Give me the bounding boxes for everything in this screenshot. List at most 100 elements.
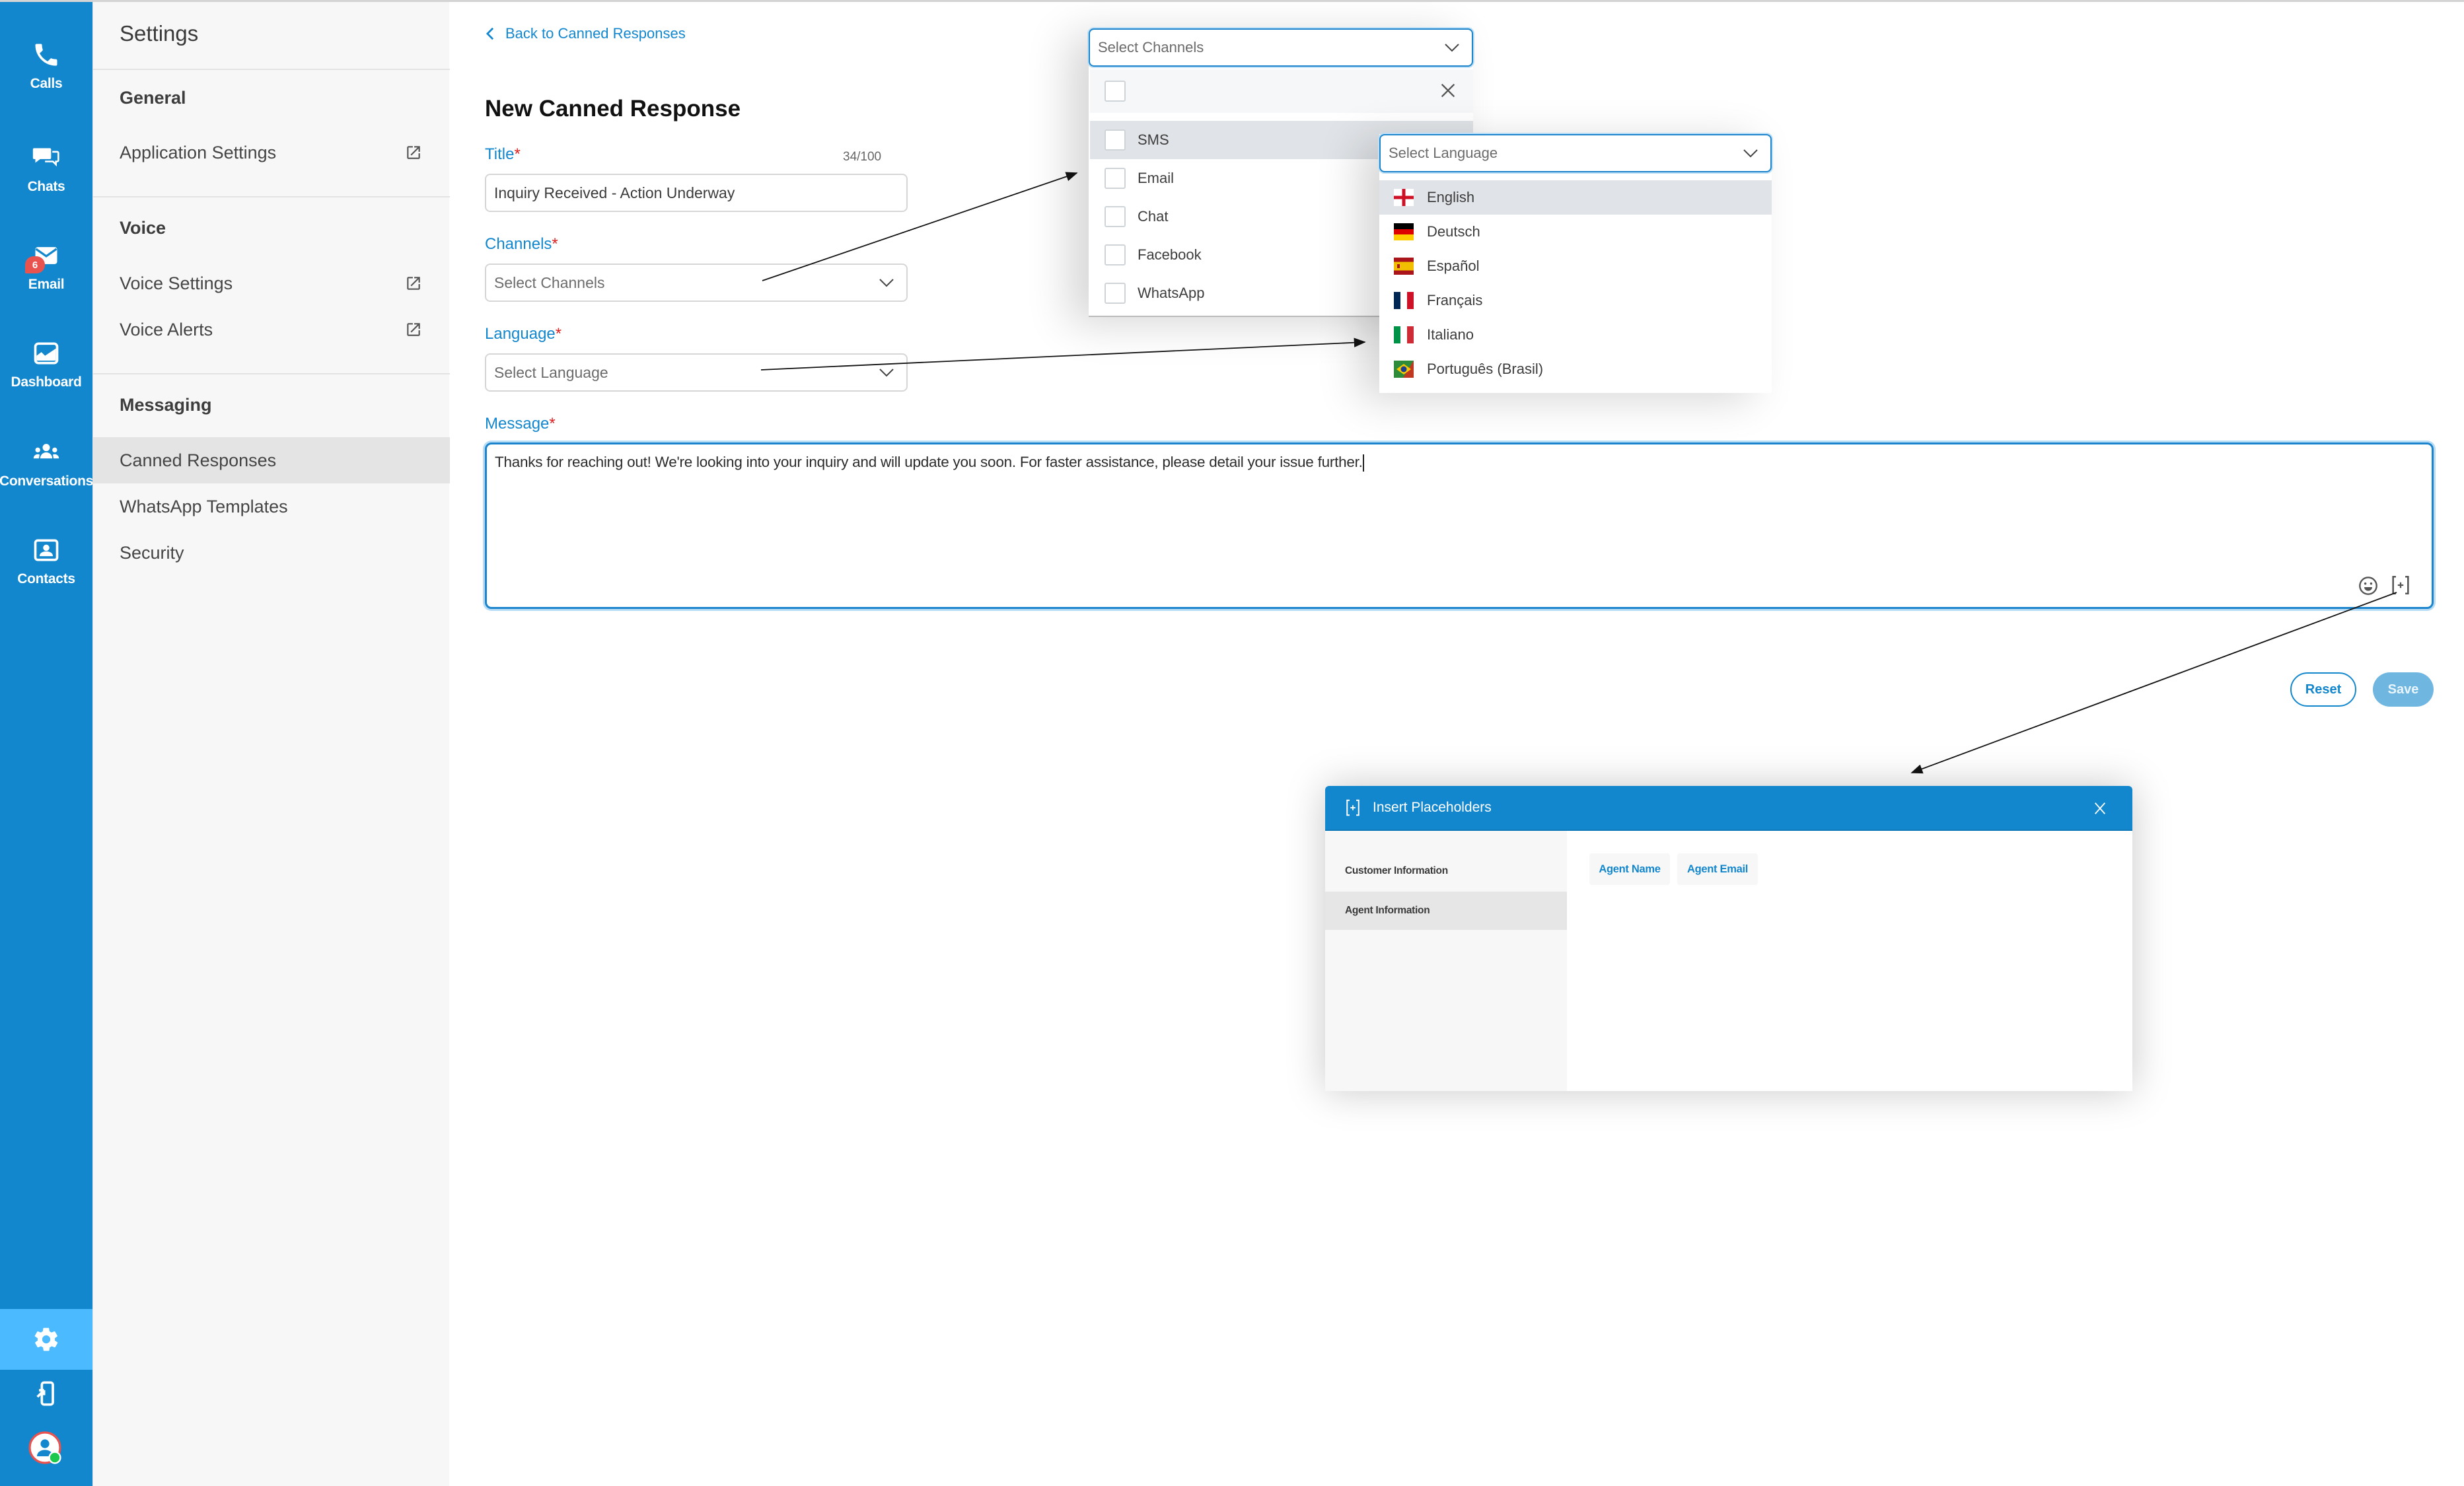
required-mark: *	[514, 145, 521, 163]
close-icon[interactable]	[2093, 800, 2107, 816]
nav-label: Conversations	[0, 474, 93, 489]
nav-item-email[interactable]: Email 6	[0, 227, 92, 306]
settings-item-label: WhatsApp Templates	[120, 496, 288, 516]
placeholder-chip-agent-name[interactable]: Agent Name	[1589, 853, 1670, 885]
emoji-icon[interactable]	[2358, 575, 2379, 596]
chevron-down-icon	[1445, 44, 1459, 52]
title-input-wrapper	[485, 174, 908, 212]
reset-button[interactable]: Reset	[2290, 672, 2356, 707]
settings-item-security[interactable]: Security	[93, 530, 450, 576]
nav-item-settings[interactable]	[0, 1309, 92, 1370]
flag-spain-icon	[1394, 258, 1414, 275]
settings-item-label: Security	[120, 542, 184, 563]
nav-item-chats[interactable]: Chats	[0, 129, 92, 209]
nav-item-contacts[interactable]: Contacts	[0, 522, 92, 601]
settings-title: Settings	[120, 21, 199, 46]
channels-label: Channels*	[485, 235, 558, 254]
settings-item-whatsapp-templates[interactable]: WhatsApp Templates	[93, 483, 450, 530]
checkbox[interactable]	[1105, 168, 1126, 189]
save-button[interactable]: Save	[2373, 672, 2434, 707]
nav-item-calls[interactable]: Calls	[0, 26, 92, 106]
settings-panel: Settings General Application Settings Vo…	[92, 0, 450, 1486]
settings-item-voice-settings[interactable]: Voice Settings	[93, 260, 450, 306]
language-option-deutsch[interactable]: Deutsch	[1379, 215, 1772, 249]
tab-customer-information[interactable]: Customer Information	[1325, 852, 1567, 890]
nav-item-dashboard[interactable]: Dashboard	[0, 325, 92, 404]
channels-dropdown-select[interactable]: Select Channels	[1089, 28, 1473, 67]
select-all-row	[1090, 69, 1473, 113]
checkbox[interactable]	[1105, 283, 1126, 304]
select-all-checkbox[interactable]	[1105, 81, 1126, 102]
checkbox[interactable]	[1105, 129, 1126, 151]
chart-icon	[34, 342, 59, 365]
option-label: Chat	[1138, 208, 1169, 225]
chat-bubbles-icon	[32, 148, 59, 167]
placeholder-chip-agent-email[interactable]: Agent Email	[1677, 853, 1758, 885]
option-label: WhatsApp	[1138, 285, 1205, 301]
chevron-down-icon	[1743, 149, 1758, 158]
option-label: Français	[1427, 292, 1483, 308]
channels-select[interactable]: Select Channels	[485, 264, 908, 302]
message-textarea[interactable]: Thanks for reaching out! We're looking i…	[485, 442, 2434, 609]
section-heading-voice: Voice	[120, 218, 166, 238]
language-dropdown: Select Language English Deutsch Español …	[1379, 134, 1772, 393]
divider	[93, 69, 450, 70]
tab-agent-information[interactable]: Agent Information	[1325, 892, 1567, 930]
language-option-portugues-brasil[interactable]: Português (Brasil)	[1379, 352, 1772, 386]
top-border	[0, 0, 2464, 2]
divider	[93, 196, 450, 197]
contact-card-icon	[34, 539, 59, 561]
required-mark: *	[552, 235, 558, 253]
back-link-label: Back to Canned Responses	[505, 25, 686, 42]
device-login-button[interactable]	[0, 1374, 92, 1413]
option-label: Email	[1138, 170, 1175, 186]
settings-item-canned-responses[interactable]: Canned Responses	[93, 437, 450, 483]
title-input[interactable]	[494, 184, 906, 202]
page-title: New Canned Response	[485, 96, 741, 122]
device-login-icon	[36, 1381, 54, 1406]
insert-placeholders-modal: Insert Placeholders Customer Information…	[1325, 786, 2132, 1091]
email-unread-badge: 6	[25, 256, 45, 273]
user-status-avatar[interactable]	[0, 1427, 92, 1471]
language-option-italiano[interactable]: Italiano	[1379, 318, 1772, 352]
language-select[interactable]: Select Language	[485, 353, 908, 392]
language-label: Language*	[485, 325, 562, 343]
nav-label: Chats	[27, 179, 65, 194]
option-label: Español	[1427, 258, 1480, 274]
group-icon	[33, 444, 59, 459]
channels-label-text: Channels	[485, 235, 552, 253]
message-text: Thanks for reaching out! We're looking i…	[495, 454, 1363, 470]
checkbox[interactable]	[1105, 244, 1126, 265]
option-label: Deutsch	[1427, 223, 1480, 240]
settings-item-label: Application Settings	[120, 142, 277, 162]
language-option-espanol[interactable]: Español	[1379, 249, 1772, 283]
back-to-canned-responses-link[interactable]: Back to Canned Responses	[484, 25, 686, 42]
required-mark: *	[555, 325, 562, 343]
insert-placeholder-icon[interactable]	[2389, 574, 2412, 596]
flag-germany-icon	[1394, 223, 1414, 240]
nav-label: Contacts	[17, 571, 75, 586]
chevron-left-icon	[486, 27, 494, 40]
settings-item-label: Canned Responses	[120, 450, 277, 470]
nav-item-conversations[interactable]: Conversations	[0, 424, 93, 503]
option-label: Facebook	[1138, 246, 1202, 263]
message-label: Message*	[485, 415, 556, 433]
title-label-text: Title	[485, 145, 515, 163]
language-dropdown-select[interactable]: Select Language	[1379, 134, 1772, 172]
flag-portugal-brazil-icon	[1394, 361, 1414, 378]
text-cursor	[1362, 454, 1364, 472]
settings-item-application-settings[interactable]: Application Settings	[93, 129, 450, 176]
checkbox[interactable]	[1105, 206, 1126, 227]
section-heading-messaging: Messaging	[120, 395, 212, 415]
option-label: Italiano	[1427, 326, 1474, 343]
language-option-english[interactable]: English	[1379, 180, 1772, 215]
nav-label: Calls	[30, 76, 63, 91]
close-icon[interactable]	[1439, 81, 1457, 100]
online-status-dot	[48, 1451, 61, 1464]
settings-item-label: Voice Settings	[120, 273, 233, 293]
language-option-francais[interactable]: Français	[1379, 283, 1772, 318]
language-dropdown-placeholder: Select Language	[1389, 145, 1498, 161]
title-label: Title*	[485, 145, 521, 164]
option-label: SMS	[1138, 131, 1169, 148]
settings-item-voice-alerts[interactable]: Voice Alerts	[93, 306, 450, 353]
